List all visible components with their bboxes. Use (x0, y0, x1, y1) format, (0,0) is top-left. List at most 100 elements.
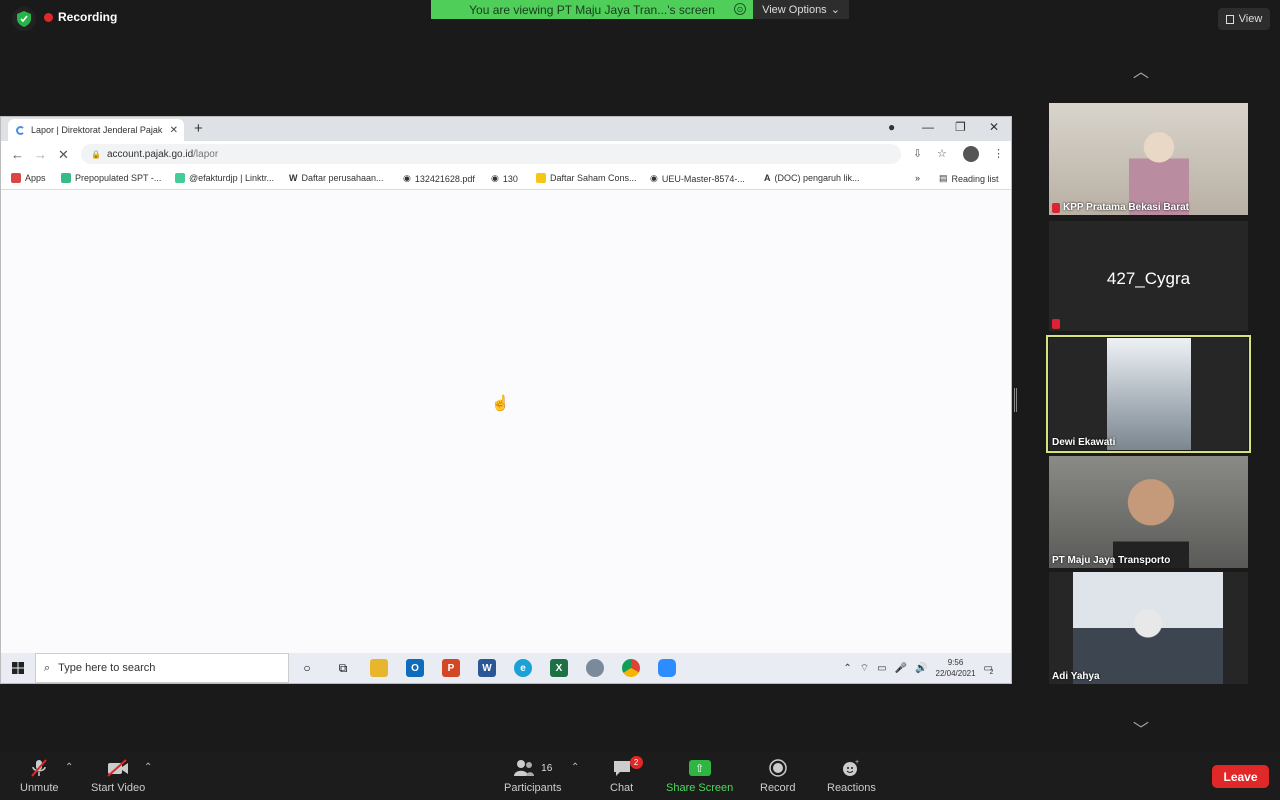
tray-expand-icon[interactable]: ⌃ (843, 663, 851, 674)
video-options-chevron-icon[interactable]: ⌃ (144, 762, 152, 773)
battery-icon[interactable]: ▭ (877, 663, 886, 674)
participant-name: Dewi Ekawati (1052, 437, 1116, 448)
participants-options-chevron-icon[interactable]: ⌃ (571, 762, 579, 773)
chat-button[interactable]: 2 Chat (610, 756, 643, 794)
mic-muted-icon (1052, 319, 1060, 329)
reactions-label: Reactions (827, 782, 876, 794)
bookmark-item[interactable]: Prepopulated SPT -... (61, 173, 161, 183)
more-bookmarks-icon[interactable]: » (915, 173, 920, 183)
view-options-button[interactable]: View Options ⌄ (753, 0, 849, 19)
windows-start-icon[interactable] (1, 653, 35, 683)
tab-close-icon[interactable]: ✕ (170, 125, 178, 136)
participant-video-tile[interactable]: 427_Cygra (1049, 221, 1248, 331)
search-icon: ⌕ (44, 661, 51, 674)
apps-grid-icon (11, 173, 21, 183)
participant-video-tile[interactable]: PT Maju Jaya Transporto (1049, 456, 1248, 568)
excel-icon[interactable]: X (541, 653, 577, 683)
recording-indicator[interactable]: Recording (44, 10, 117, 24)
notifications-icon[interactable]: ▭ 2 (984, 663, 994, 676)
drive-icon (61, 173, 71, 183)
share-screen-button[interactable]: ⇧ Share Screen (666, 758, 733, 794)
install-icon[interactable]: ⇩ (913, 147, 922, 160)
globe-icon: ◉ (403, 173, 411, 183)
chat-icon: 2 (612, 756, 643, 778)
chevron-down-icon: ⌄ (830, 4, 840, 16)
reactions-button[interactable]: + Reactions (827, 758, 876, 794)
leave-button[interactable]: Leave (1212, 765, 1269, 788)
participant-video-tile[interactable]: KPP Pratama Bekasi Barat (1049, 103, 1248, 215)
volume-icon[interactable]: 🔊 (915, 663, 927, 674)
task-view-icon[interactable]: ⧉ (325, 653, 361, 683)
back-icon[interactable]: ← (11, 147, 24, 162)
zoom-meeting-window: Recording You are viewing PT Maju Jaya T… (0, 0, 1280, 800)
record-dot-icon (44, 12, 53, 22)
participant-video-tile[interactable]: Adi Yahya (1049, 572, 1248, 684)
taskbar-clock[interactable]: 9:56 22/04/2021 (936, 657, 976, 679)
bookmark-item[interactable]: A (DOC) pengaruh lik... (764, 173, 860, 183)
taskbar-search-input[interactable]: ⌕ Type here to search (35, 653, 289, 683)
chevron-up-icon[interactable]: ︿ (1133, 58, 1149, 82)
windows-taskbar: ⌕ Type here to search ○ ⧉ O P W e X ⌃ ⌔ … (1, 653, 1011, 683)
search-placeholder: Type here to search (58, 662, 156, 674)
stop-loading-icon[interactable]: ✕ (58, 147, 69, 163)
word-icon[interactable]: W (469, 653, 505, 683)
reading-list-button[interactable]: ▤ Reading list (939, 173, 999, 184)
security-shield-icon[interactable] (12, 7, 36, 31)
tab-title: Lapor | Direktorat Jenderal Pajak (31, 125, 163, 135)
view-button[interactable]: View (1218, 8, 1270, 30)
new-tab-icon[interactable]: + (194, 120, 203, 137)
record-button[interactable]: Record (760, 758, 795, 794)
file-explorer-icon[interactable] (361, 653, 397, 683)
edge-icon[interactable]: e (505, 653, 541, 683)
bookmark-item[interactable]: W Daftar perusahaan... (289, 173, 384, 183)
bookmark-item[interactable]: ◉ 130 (491, 173, 518, 184)
close-window-icon[interactable]: ✕ (989, 120, 999, 134)
profile-avatar-icon[interactable] (963, 146, 979, 162)
zoom-app-icon[interactable] (649, 653, 685, 683)
star-icon[interactable]: ☆ (937, 147, 947, 160)
record-extension-icon[interactable]: ● (888, 120, 895, 134)
browser-tab[interactable]: Lapor | Direktorat Jenderal Pajak ✕ (8, 119, 184, 141)
minimize-icon[interactable]: — (922, 120, 934, 134)
globe-icon: ◉ (650, 173, 658, 183)
splitter-handle[interactable] (1014, 388, 1017, 412)
start-video-button[interactable]: Start Video (91, 758, 145, 794)
microphone-icon[interactable]: 🎤 (895, 663, 907, 674)
restore-icon[interactable]: ❐ (955, 120, 966, 134)
network-icon[interactable]: ⌔ (860, 662, 869, 675)
cortana-icon[interactable]: ○ (289, 653, 325, 683)
url-path: /lapor (193, 148, 219, 160)
chevron-down-icon[interactable]: ﹀ (1133, 716, 1149, 740)
tab-loading-icon (16, 125, 25, 135)
forward-icon[interactable]: → (34, 147, 47, 162)
participant-display-name: 427_Cygra (1106, 269, 1191, 288)
audio-options-chevron-icon[interactable]: ⌃ (65, 762, 73, 773)
bookmark-item[interactable]: Apps (11, 173, 46, 183)
reading-list-icon: ▤ (939, 173, 948, 183)
url-input[interactable]: 🔒 account.pajak.go.id/lapor (81, 144, 901, 164)
participant-name: PT Maju Jaya Transporto (1052, 555, 1171, 566)
bookmark-item[interactable]: ◉ UEU-Master-8574-... (650, 173, 745, 184)
exit-fullscreen-icon[interactable]: ⊙ (734, 3, 746, 15)
chrome-icon[interactable] (613, 653, 649, 683)
participants-count: 16 (541, 762, 553, 774)
participants-button[interactable]: 16 Participants (504, 758, 561, 794)
page-content: ☝ (1, 190, 1011, 655)
start-video-label: Start Video (91, 782, 146, 794)
participant-video-tile-active[interactable]: Dewi Ekawati (1046, 335, 1251, 453)
outlook-icon[interactable]: O (397, 653, 433, 683)
unmute-label: Unmute (20, 782, 59, 794)
doc-icon (536, 173, 546, 183)
unmute-button[interactable]: Unmute (20, 758, 59, 794)
menu-icon[interactable]: ⋮ (993, 147, 1004, 160)
mic-muted-icon (1052, 202, 1060, 213)
bookmark-item[interactable]: ◉ 132421628.pdf (403, 173, 475, 184)
bookmark-item[interactable]: @efakturdjp | Linktr... (175, 173, 274, 183)
participant-name: Adi Yahya (1052, 671, 1100, 682)
remote-app-icon[interactable] (577, 653, 613, 683)
bookmark-item[interactable]: Daftar Saham Cons... (536, 173, 637, 183)
participant-name: KPP Pratama Bekasi Barat (1052, 202, 1189, 213)
powerpoint-icon[interactable]: P (433, 653, 469, 683)
meeting-toolbar: Unmute ⌃ Start Video ⌃ 16 Participants ⌃… (0, 752, 1280, 800)
hand-cursor-icon: ☝ (491, 395, 510, 412)
